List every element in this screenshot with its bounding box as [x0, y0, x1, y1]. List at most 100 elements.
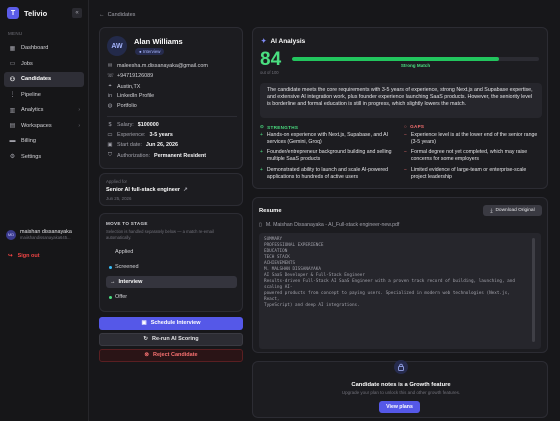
- ai-analysis-title: AI Analysis: [270, 37, 306, 45]
- user-profile[interactable]: MD maishan dissanayaka maiishandissanaya…: [6, 229, 72, 240]
- resume-file: ▯ M. Maishan Dissanayaka - AI_Full-stack…: [259, 222, 399, 228]
- match-bar-fill: [292, 57, 500, 61]
- resume-card: Resume ⤓ Download Original ▯ M. Maishan …: [252, 197, 548, 353]
- gaps-header: ○ GAPS: [404, 124, 424, 129]
- status-label: Interview: [142, 49, 161, 54]
- candidate-profile-card: AW Alan Williams ● Interview ✉ maleesha.…: [99, 27, 243, 169]
- gap-item: − Experience level is at the lower end o…: [404, 132, 542, 146]
- stage-offer[interactable]: Offer: [106, 291, 237, 303]
- salary-label: Salary:: [117, 122, 134, 128]
- brand[interactable]: T Telivio: [7, 7, 47, 19]
- experience-row: ▭ Experience: 3-5 years: [107, 132, 241, 138]
- ai-summary: The candidate meets the core requirement…: [260, 83, 542, 118]
- breadcrumb[interactable]: ← Candidates: [99, 12, 135, 18]
- strength-text: Demonstrated ability to launch and scale…: [266, 167, 389, 180]
- stage-label: Applied: [115, 249, 134, 255]
- resume-scrollbar[interactable]: [532, 238, 535, 342]
- gaps-label: GAPS: [410, 124, 425, 129]
- salary-value: $100000: [137, 122, 159, 128]
- rerun-ai-scoring-button[interactable]: ↻ Re-run AI Scoring: [99, 333, 243, 346]
- candidate-phone: +94719126089: [117, 73, 154, 79]
- job-link[interactable]: Senior AI full-stack engineer ↗: [106, 187, 188, 193]
- match-label: Strong Match: [400, 63, 431, 68]
- ai-analysis-card: ✦ AI Analysis 84 out of 100 Strong Match…: [252, 27, 548, 189]
- start-date-value: Jun 26, 2026: [145, 142, 178, 148]
- match-bar: [292, 57, 539, 61]
- stage-applied[interactable]: Applied: [106, 246, 237, 258]
- check-circle-icon: ⊙: [260, 124, 265, 129]
- applied-for-card: Applied for Senior AI full-stack enginee…: [99, 173, 243, 206]
- app-logo-icon: T: [7, 7, 19, 19]
- sidebar-item-candidates[interactable]: ⚇ Candidates: [4, 72, 84, 87]
- sidebar-item-pipeline[interactable]: ⋮ Pipeline: [4, 88, 84, 103]
- job-title: Senior AI full-stack engineer: [106, 187, 181, 193]
- resume-line: powered products from concept to paying …: [264, 291, 510, 296]
- sidebar-item-label: Settings: [21, 153, 42, 160]
- linkedin-link[interactable]: in LinkedIn Profile: [107, 93, 241, 99]
- reject-candidate-button[interactable]: ⊗ Reject Candidate: [99, 349, 243, 362]
- strengths-label: STRENGTHS: [267, 124, 299, 130]
- stage-label: Offer: [115, 294, 128, 300]
- avatar: AW: [107, 36, 127, 56]
- gap-item: − Formal degree not yet completed, which…: [404, 149, 542, 163]
- start-date-row: ▣ Start date: Jun 26, 2026: [107, 142, 241, 148]
- gap-item: − Limited evidence of large-team or ente…: [404, 167, 542, 181]
- sidebar-item-analytics[interactable]: ▥ Analytics ›: [4, 103, 84, 118]
- collapse-sidebar-icon[interactable]: «: [72, 8, 82, 18]
- stage-label: Interview: [118, 279, 143, 285]
- view-plans-button[interactable]: View plans: [379, 401, 420, 413]
- stage-screened[interactable]: Screened: [106, 261, 237, 273]
- experience-label: Experience:: [117, 132, 146, 138]
- match-score: 84: [260, 49, 282, 70]
- chevron-right-icon: ›: [78, 122, 80, 129]
- sidebar-item-label: Analytics: [21, 107, 44, 114]
- strength-item: + Hands-on experience with Next.js, Supa…: [260, 132, 398, 146]
- schedule-interview-label: Schedule Interview: [150, 320, 201, 327]
- sparkle-icon: ✦: [261, 38, 267, 45]
- shield-icon: ⛉: [107, 152, 113, 158]
- authorization-row: ⛉ Authorization: Permanent Resident: [107, 152, 241, 159]
- salary-row: $ Salary: $100000: [107, 122, 241, 128]
- portfolio-link[interactable]: ◍ Portfolio: [107, 103, 241, 109]
- sign-out-icon: ↪: [8, 253, 13, 259]
- gear-icon: ⚙: [9, 154, 16, 161]
- phone-icon: ☏: [107, 73, 114, 79]
- sidebar-item-jobs[interactable]: ▭ Jobs: [4, 57, 84, 72]
- sidebar-item-billing[interactable]: ▬ Billing: [4, 134, 84, 149]
- app-name: Telivio: [24, 8, 48, 18]
- sidebar-item-workspaces[interactable]: ▤ Workspaces ›: [4, 119, 84, 134]
- status-badge: ● Interview: [135, 48, 165, 55]
- sidebar-item-label: Jobs: [21, 60, 33, 67]
- linkedin-label: LinkedIn Profile: [117, 93, 155, 99]
- sidebar-item-dashboard[interactable]: ▦ Dashboard: [4, 41, 84, 56]
- schedule-interview-button[interactable]: ▣ Schedule Interview: [99, 317, 243, 330]
- gap-text: Formal degree not yet completed, which m…: [410, 149, 528, 162]
- authorization-value: Permanent Resident: [153, 152, 207, 159]
- stage-title: MOVE TO STAGE: [106, 221, 148, 226]
- download-original-button[interactable]: ⤓ Download Original: [483, 205, 542, 216]
- stage-interview[interactable]: → Interview: [106, 276, 237, 288]
- resume-text[interactable]: SUMMARY PROFESSIONAL EXPERIENCE EDUCATION T…: [259, 233, 541, 349]
- arrow-right-icon: →: [110, 279, 116, 285]
- strength-text: Hands-on experience with Next.js, Supaba…: [266, 132, 389, 145]
- strengths-header: ⊙ STRENGTHS: [260, 124, 298, 130]
- email-row[interactable]: ✉ maleesha.m.dissanayaka@gmail.com: [107, 63, 241, 69]
- chart-icon: ▥: [9, 107, 16, 114]
- phone-row[interactable]: ☏ +94719126089: [107, 73, 241, 79]
- sidebar-item-settings[interactable]: ⚙ Settings: [4, 150, 84, 165]
- applied-for-label: Applied for: [106, 179, 127, 184]
- calendar-icon: ▣: [107, 142, 113, 148]
- user-email: maiishandissanayaka645...: [20, 235, 71, 240]
- sidebar-item-label: Workspaces: [21, 122, 52, 129]
- strength-item: + Founder/entrepreneur background buildi…: [260, 149, 398, 163]
- location-row: ⌖ Austin,TX: [107, 83, 241, 90]
- sign-out-button[interactable]: ↪ Sign out: [8, 253, 40, 259]
- file-icon: ▯: [259, 222, 262, 228]
- plus-icon: +: [260, 149, 263, 155]
- ai-analysis-header: ✦ AI Analysis: [261, 37, 306, 46]
- resume-line: Results-driven Full-Stack AI SaaS Engine…: [264, 279, 515, 284]
- minus-icon: −: [404, 132, 407, 138]
- score-scale: out of 100: [260, 70, 279, 75]
- resume-line: TypeScript) and deep AI integrations.: [264, 303, 360, 308]
- stage-description: Selection is handled separately below — …: [106, 229, 214, 240]
